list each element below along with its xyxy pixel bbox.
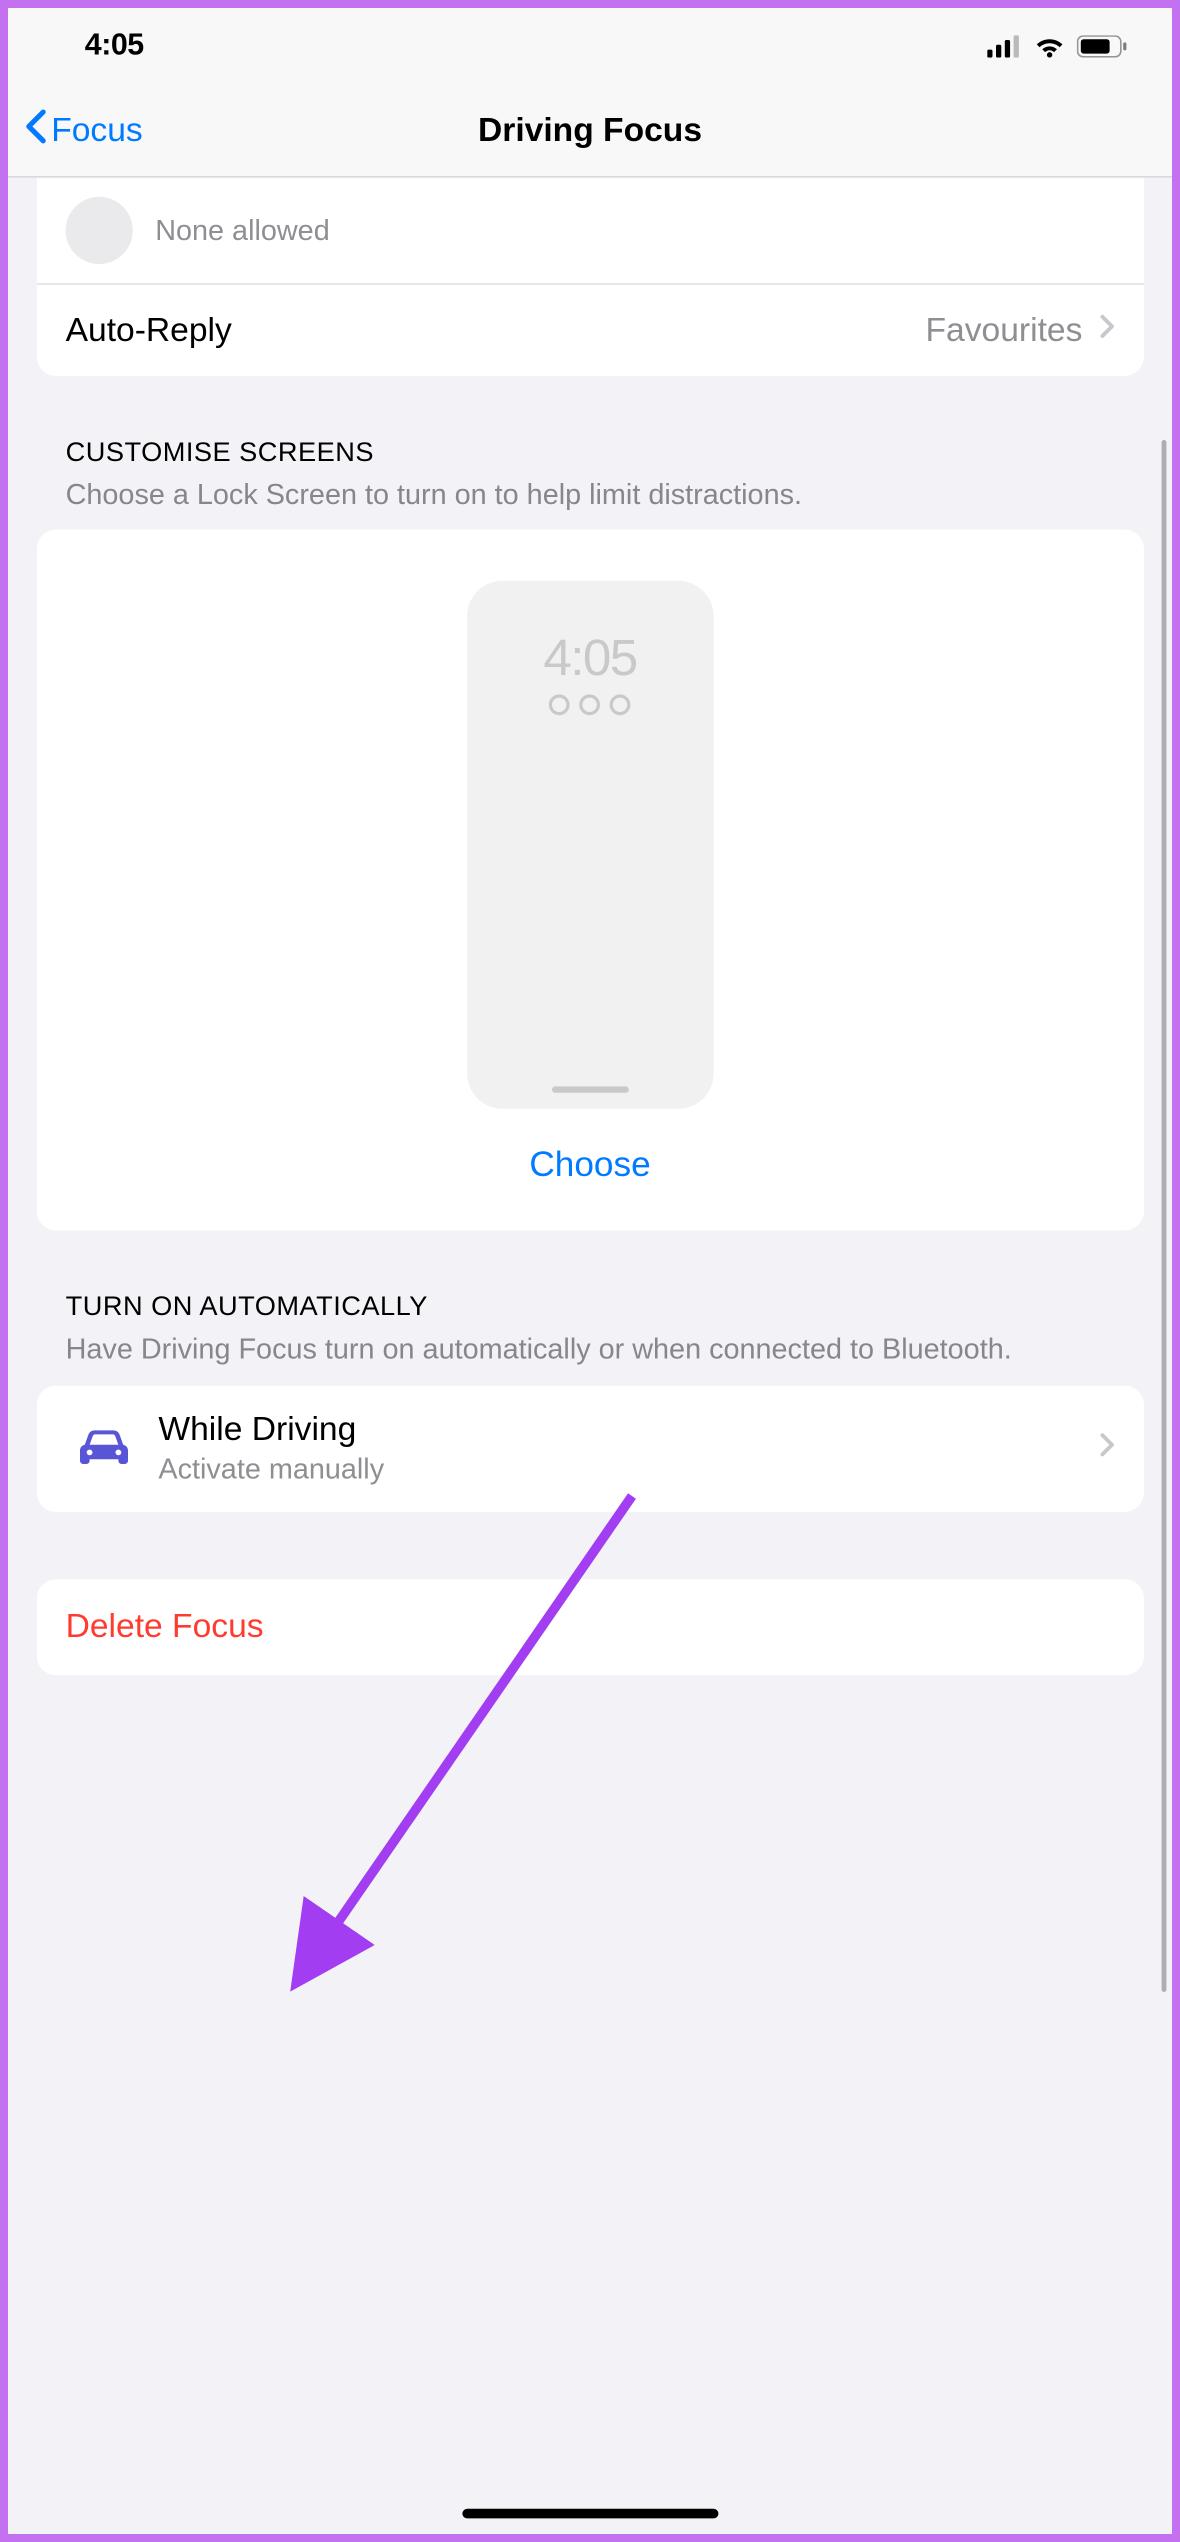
screenshot-border (0, 0, 1180, 2542)
